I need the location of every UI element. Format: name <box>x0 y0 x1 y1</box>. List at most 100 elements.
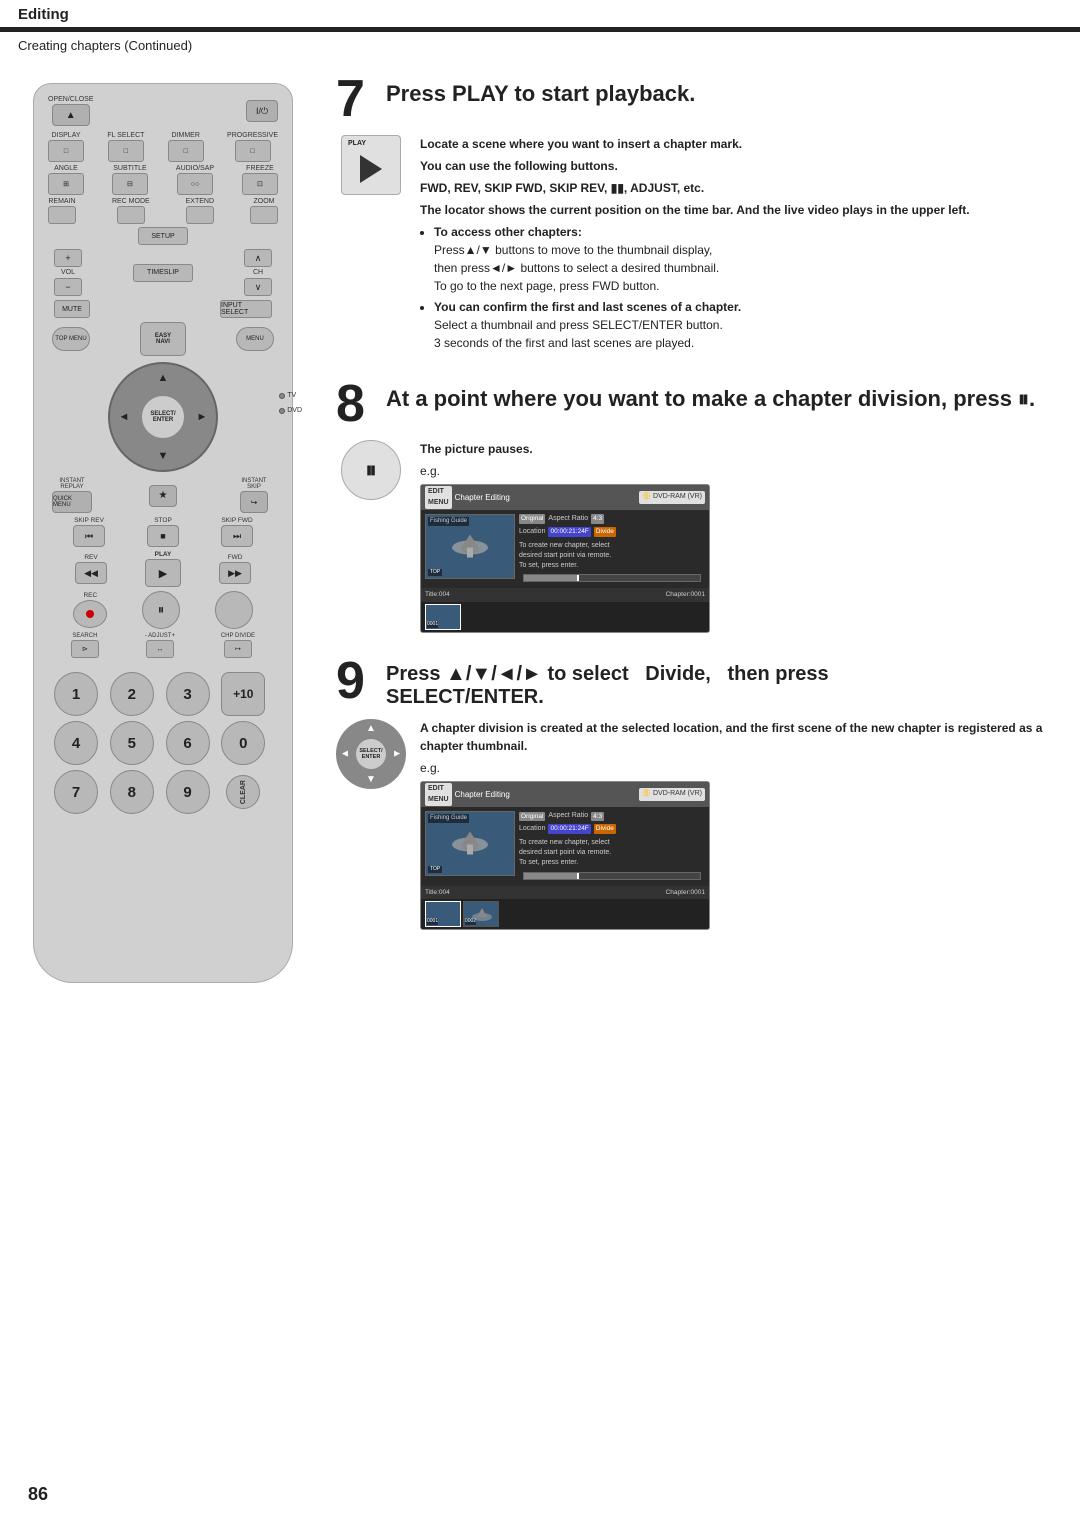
step-8-title: At a point where you want to make a chap… <box>386 378 1035 412</box>
top-label-1: TOP <box>428 569 442 577</box>
dpad-left-button[interactable]: ◄ <box>112 405 136 429</box>
zoom-label: ZOOM <box>254 198 275 205</box>
chp-divide-button[interactable]: ↦ <box>224 640 252 658</box>
circle-button[interactable] <box>215 591 253 629</box>
header-title: Editing <box>18 6 69 23</box>
play-button[interactable]: ▶ <box>145 559 181 587</box>
setup-button[interactable]: SETUP <box>138 227 188 245</box>
num-0-button[interactable]: 0 <box>221 721 265 765</box>
display-button[interactable]: □ <box>48 140 84 162</box>
num-1-button[interactable]: 1 <box>54 672 98 716</box>
top-menu-button[interactable]: TOP MENU <box>52 327 90 351</box>
select-enter-dpad: ▲ ▼ ◄ ► SELECT/ENTER <box>336 719 406 789</box>
chapter-label-2: Chapter:0001 <box>666 888 705 898</box>
location-value-2: 00:00:21:24F <box>548 824 590 834</box>
edit-badge: EDITMENU <box>425 486 452 509</box>
eject-button[interactable]: ▲ <box>52 104 90 126</box>
star-button[interactable]: ★ <box>149 485 177 507</box>
step-9-text: A chapter division is created at the sel… <box>420 719 1052 930</box>
dimmer-label: DIMMER <box>172 132 200 139</box>
step-8-eg-label: e.g. <box>420 462 1052 480</box>
step-9-screenshot: EDITMENU Chapter Editing 📀 DVD-RAM (VR) … <box>420 781 710 930</box>
progressive-button[interactable]: □ <box>235 140 271 162</box>
search-button[interactable]: ⊳ <box>71 640 99 658</box>
easy-navi-button[interactable]: EASY NAVI <box>140 322 186 356</box>
ch-down-button[interactable]: ∨ <box>244 278 272 296</box>
display-label: DISPLAY <box>51 132 80 139</box>
vol-down-button[interactable]: − <box>54 278 82 296</box>
audio-sap-button[interactable]: ○○ <box>177 173 213 195</box>
num-2-button[interactable]: 2 <box>110 672 154 716</box>
fwd-button[interactable]: ▶▶ <box>219 562 251 584</box>
screenshot-thumb-1: Fishing Guide TOP <box>425 514 515 579</box>
dpad-up-button[interactable]: ▲ <box>151 366 175 390</box>
play-triangle <box>360 155 382 183</box>
step-7-text: Locate a scene where you want to insert … <box>420 135 1052 356</box>
remote-body: OPEN/CLOSE ▲ I/⏻ DISPLAY □ <box>33 83 293 983</box>
extend-button[interactable] <box>186 206 214 224</box>
chp-divide-label: CHP DIVIDE <box>221 633 255 639</box>
dpad-down-button[interactable]: ▼ <box>151 444 175 468</box>
freeze-button[interactable]: ⊡ <box>242 173 278 195</box>
step-9-body: A chapter division is created at the sel… <box>420 719 1052 755</box>
num-7-button[interactable]: 7 <box>54 770 98 814</box>
instant-skip-button[interactable]: ↪ <box>240 491 268 513</box>
screenshot-desc-2: To create new chapter, selectdesired sta… <box>519 838 705 867</box>
timeslip-button[interactable]: TIMESLIP <box>133 264 193 282</box>
angle-label: ANGLE <box>54 165 78 172</box>
fishing-guide-label: Fishing Guide <box>428 517 469 526</box>
thumb-mini-2b: 0002 <box>463 901 499 927</box>
num-4-button[interactable]: 4 <box>54 721 98 765</box>
stop-button[interactable]: ■ <box>147 525 179 547</box>
adjust-label: - ADJUST+ <box>145 633 175 639</box>
num-6-button[interactable]: 6 <box>166 721 210 765</box>
breadcrumb: Creating chapters (Continued) <box>0 32 1080 55</box>
timebar-fill-2 <box>524 873 577 879</box>
adjust-button[interactable]: ↔ <box>146 640 174 658</box>
subtitle-label: SUBTITLE <box>113 165 146 172</box>
ch-up-button[interactable]: ∧ <box>244 249 272 267</box>
vol-up-button[interactable]: + <box>54 249 82 267</box>
breadcrumb-text: Creating chapters (Continued) <box>18 38 192 53</box>
input-select-button[interactable]: INPUT SELECT <box>220 300 272 318</box>
rec-label: REC <box>83 592 97 599</box>
menu-button[interactable]: MENU <box>236 327 274 351</box>
step-7-number: 7 <box>336 73 376 125</box>
open-close-label: OPEN/CLOSE <box>48 96 94 103</box>
instant-replay-label: INSTANTREPLAY <box>52 478 92 490</box>
thumb-plane-2 <box>467 905 497 925</box>
thumb-mini-2a: 0001 <box>425 901 461 927</box>
rec-mode-button[interactable] <box>117 206 145 224</box>
zoom-button[interactable] <box>250 206 278 224</box>
quick-menu-button[interactable]: QUICK MENU <box>52 491 92 513</box>
remain-button[interactable] <box>48 206 76 224</box>
rev-button[interactable]: ◀◀ <box>75 562 107 584</box>
angle-button[interactable]: ⊞ <box>48 173 84 195</box>
fl-select-button[interactable]: □ <box>108 140 144 162</box>
mute-button[interactable]: MUTE <box>54 300 90 318</box>
pause-icon-box: ⏸ <box>341 440 401 500</box>
step-8-section: 8 At a point where you want to make a ch… <box>336 378 1052 633</box>
step-8-pauses: The picture pauses. <box>420 440 1052 458</box>
pause-large-button[interactable]: ⏸ <box>142 591 180 629</box>
select-enter-button[interactable]: SELECT/ ENTER <box>140 394 186 440</box>
num-plus10-button[interactable]: +10 <box>221 672 265 716</box>
subtitle-button[interactable]: ⊟ <box>112 173 148 195</box>
timebar-marker-2 <box>577 873 579 879</box>
dpad-right-button[interactable]: ► <box>190 405 214 429</box>
num-8-button[interactable]: 8 <box>110 770 154 814</box>
plane-svg-2 <box>445 826 495 861</box>
num-3-button[interactable]: 3 <box>166 672 210 716</box>
skip-fwd-button[interactable]: ⏭ <box>221 525 253 547</box>
ch-label: CH <box>253 269 263 276</box>
num-9-button[interactable]: 9 <box>166 770 210 814</box>
skip-rev-button[interactable]: ⏮ <box>73 525 105 547</box>
play-icon: PLAY <box>336 135 406 195</box>
step-7-instruction-2: You can use the following buttons. <box>420 157 1052 175</box>
aspect-badge-2: 4:3 <box>591 812 604 822</box>
dimmer-button[interactable]: □ <box>168 140 204 162</box>
page-header: Editing <box>0 0 1080 29</box>
power-button[interactable]: I/⏻ <box>246 100 278 122</box>
rec-button[interactable] <box>73 600 107 628</box>
num-5-button[interactable]: 5 <box>110 721 154 765</box>
